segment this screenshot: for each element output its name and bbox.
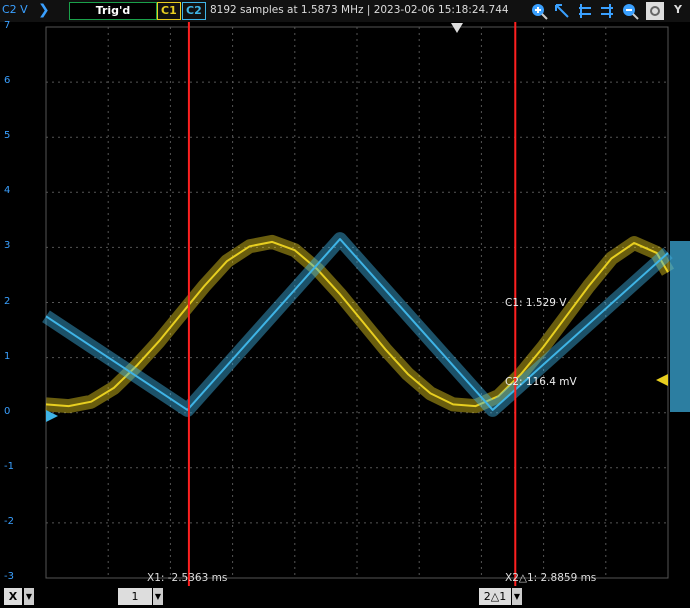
c2-histogram-bar	[670, 241, 690, 412]
c1-offset-marker-icon[interactable]	[656, 374, 668, 386]
footer-bar	[0, 586, 690, 608]
c1-measurement: C1: 1.529 V	[505, 297, 567, 309]
y-tick-label: -2	[4, 515, 14, 527]
y-tick-label: 3	[4, 240, 11, 252]
cursor-select[interactable]: 1	[118, 588, 152, 605]
delta-select-chevron-icon[interactable]: ▼	[512, 588, 522, 605]
y-tick-label: 7	[4, 20, 11, 31]
x-axis-button[interactable]: X	[4, 588, 22, 605]
y-tick-label: 0	[4, 405, 11, 417]
cursor-select-chevron-icon[interactable]: ▼	[153, 588, 163, 605]
y-tick-label: 1	[4, 350, 11, 362]
waveform-plot	[42, 22, 690, 586]
c2-measurement: C2: 116.4 mV	[505, 376, 577, 388]
trigger-position-marker-icon[interactable]	[451, 23, 463, 33]
y-tick-label: 4	[4, 185, 11, 197]
series-layer	[42, 232, 690, 417]
y-tick-label: -3	[4, 571, 14, 582]
y-tick-label: 6	[4, 75, 11, 87]
x-dropdown-chevron-icon[interactable]: ▼	[24, 588, 34, 605]
cursor-x1-label: X1: -2.5363 ms	[147, 572, 228, 584]
cursor-x2-label: X2△1: 2.8859 ms	[505, 572, 597, 584]
y-tick-label: -1	[4, 460, 14, 472]
y-tick-label: 5	[4, 130, 11, 142]
y-tick-label: 2	[4, 295, 11, 307]
delta-select[interactable]: 2△1	[479, 588, 511, 605]
